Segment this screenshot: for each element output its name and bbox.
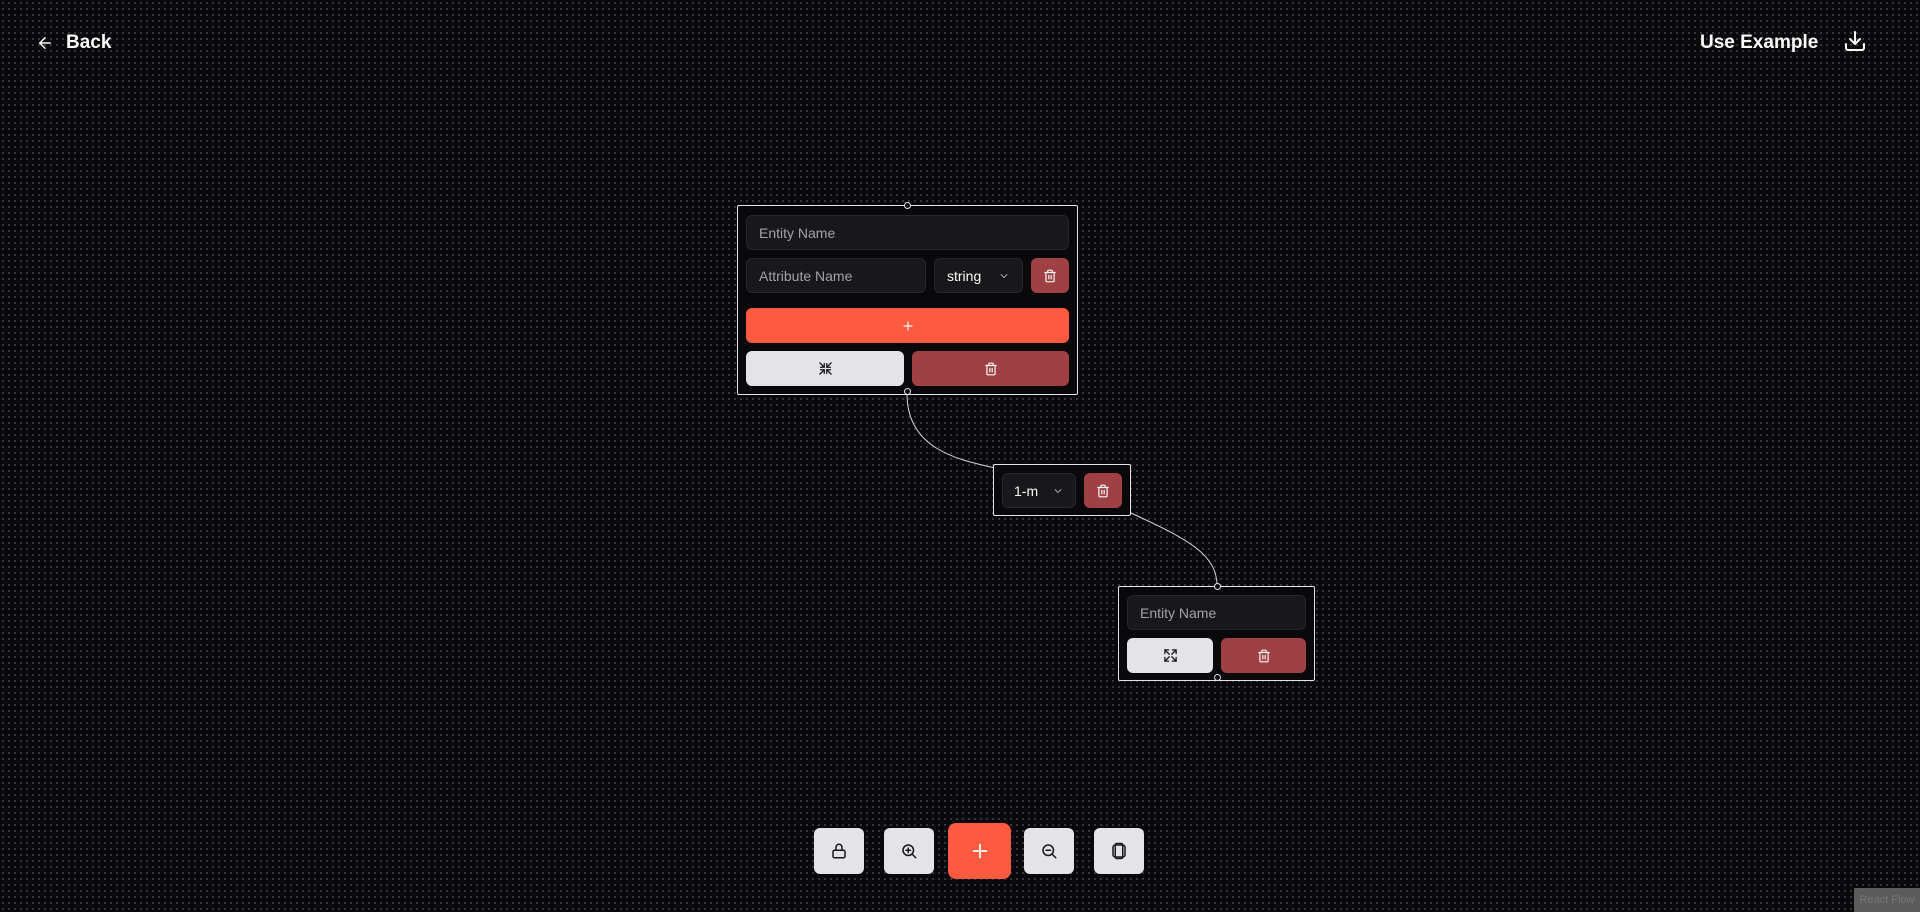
chevron-down-icon: [1000, 273, 1008, 278]
edge-relation-entity2: [1130, 512, 1218, 587]
zoom-in-icon: [902, 844, 917, 859]
trash-icon: [1097, 484, 1109, 497]
edges-layer: [906, 393, 1218, 587]
trash-icon: [984, 362, 997, 375]
lock-button[interactable]: [814, 828, 864, 874]
back-button[interactable]: Back: [36, 30, 111, 56]
arrow-left-icon: [39, 37, 51, 49]
delete-entity-button[interactable]: [912, 351, 1069, 386]
collapse-node-button[interactable]: [746, 351, 904, 386]
zoom-out-button[interactable]: [1024, 828, 1074, 874]
delete-entity-button[interactable]: [1221, 638, 1306, 673]
edge-entity1-relation: [906, 393, 996, 469]
download-button[interactable]: [1843, 29, 1869, 55]
relation-type-select[interactable]: 1-m: [1002, 473, 1076, 508]
minimize-icon: [818, 362, 832, 375]
zoom-in-button[interactable]: [884, 828, 934, 874]
delete-relation-button[interactable]: [1084, 473, 1122, 508]
expand-node-button[interactable]: [1127, 638, 1213, 673]
download-icon: [1845, 31, 1865, 51]
attribute-type-value: string: [947, 267, 982, 284]
attribute-type-select[interactable]: string: [934, 258, 1023, 293]
entity-node-1[interactable]: string: [737, 202, 1078, 395]
entity-2-top-handle[interactable]: [1214, 583, 1221, 590]
lock-icon: [832, 843, 846, 859]
entity-1-top-handle[interactable]: [904, 202, 911, 209]
entity-node-2[interactable]: [1118, 583, 1315, 681]
back-label: Back: [66, 32, 112, 53]
fit-view-icon: [1112, 842, 1126, 860]
zoom-out-icon: [1042, 844, 1057, 859]
plus-icon: [902, 320, 913, 331]
relation-type-value: 1-m: [1014, 482, 1039, 499]
attribute-name-input[interactable]: [746, 258, 926, 293]
add-entity-button[interactable]: [948, 823, 1011, 879]
plus-icon: [972, 843, 987, 859]
use-example-button[interactable]: Use Example: [1700, 30, 1818, 56]
chevron-down-icon: [1054, 488, 1062, 493]
add-attribute-button[interactable]: [746, 308, 1069, 343]
trash-icon: [1044, 269, 1056, 282]
entity-1-bottom-handle[interactable]: [904, 388, 911, 395]
fit-view-button[interactable]: [1094, 828, 1144, 874]
relation-node[interactable]: 1-m: [993, 464, 1131, 516]
delete-attribute-button[interactable]: [1031, 258, 1069, 293]
entity-name-input[interactable]: [746, 215, 1069, 250]
react-flow-attribution[interactable]: React Flow: [1854, 888, 1920, 912]
entity-name-input[interactable]: [1127, 595, 1306, 630]
entity-2-bottom-handle[interactable]: [1214, 674, 1221, 681]
trash-icon: [1257, 649, 1270, 662]
maximize-icon: [1163, 649, 1177, 662]
